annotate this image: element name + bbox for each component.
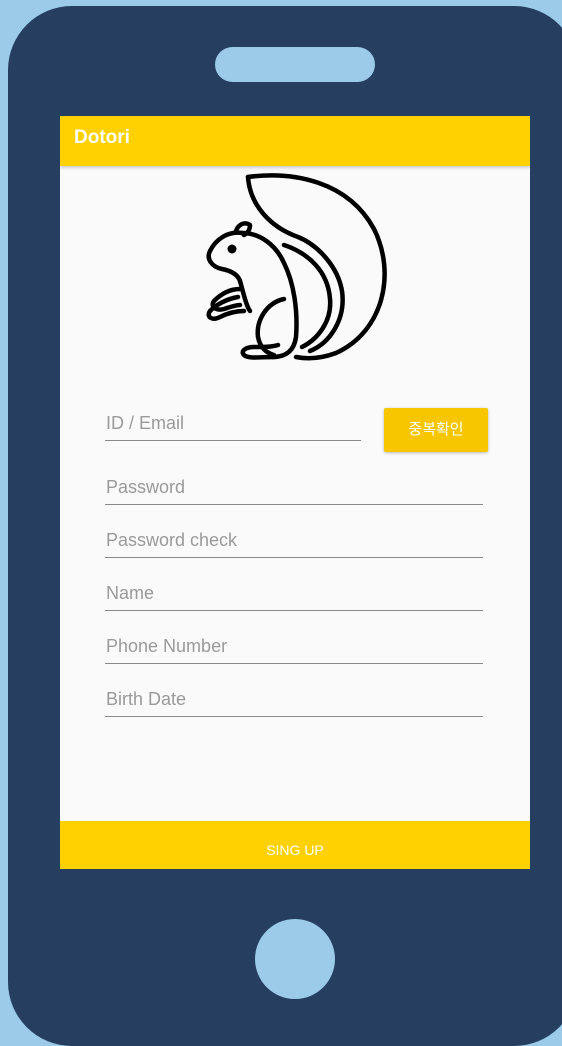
app-title: Dotori	[74, 127, 130, 148]
app-screen: Dotori ID / Email 중복확인 Password Password…	[60, 116, 530, 869]
password-input[interactable]: Password	[105, 472, 483, 505]
app-bar: Dotori	[60, 116, 530, 166]
sign-up-button[interactable]: SING UP	[60, 821, 530, 869]
name-placeholder: Name	[106, 583, 155, 603]
phone-number-input[interactable]: Phone Number	[105, 631, 483, 664]
phone-speaker	[215, 47, 375, 82]
password-placeholder: Password	[106, 477, 186, 497]
phone-frame: Dotori ID / Email 중복확인 Password Password…	[8, 6, 562, 1046]
squirrel-icon	[206, 173, 387, 361]
birth-date-input[interactable]: Birth Date	[105, 684, 483, 717]
phone-number-placeholder: Phone Number	[106, 636, 228, 656]
password-check-placeholder: Password check	[106, 530, 238, 550]
id-email-placeholder: ID / Email	[106, 413, 185, 433]
password-check-input[interactable]: Password check	[105, 525, 483, 558]
phone-home-button	[255, 919, 335, 999]
birth-date-placeholder: Birth Date	[106, 689, 187, 709]
id-email-input[interactable]: ID / Email	[105, 408, 361, 441]
name-input[interactable]: Name	[105, 578, 483, 611]
duplicate-check-button[interactable]: 중복확인	[384, 408, 488, 452]
